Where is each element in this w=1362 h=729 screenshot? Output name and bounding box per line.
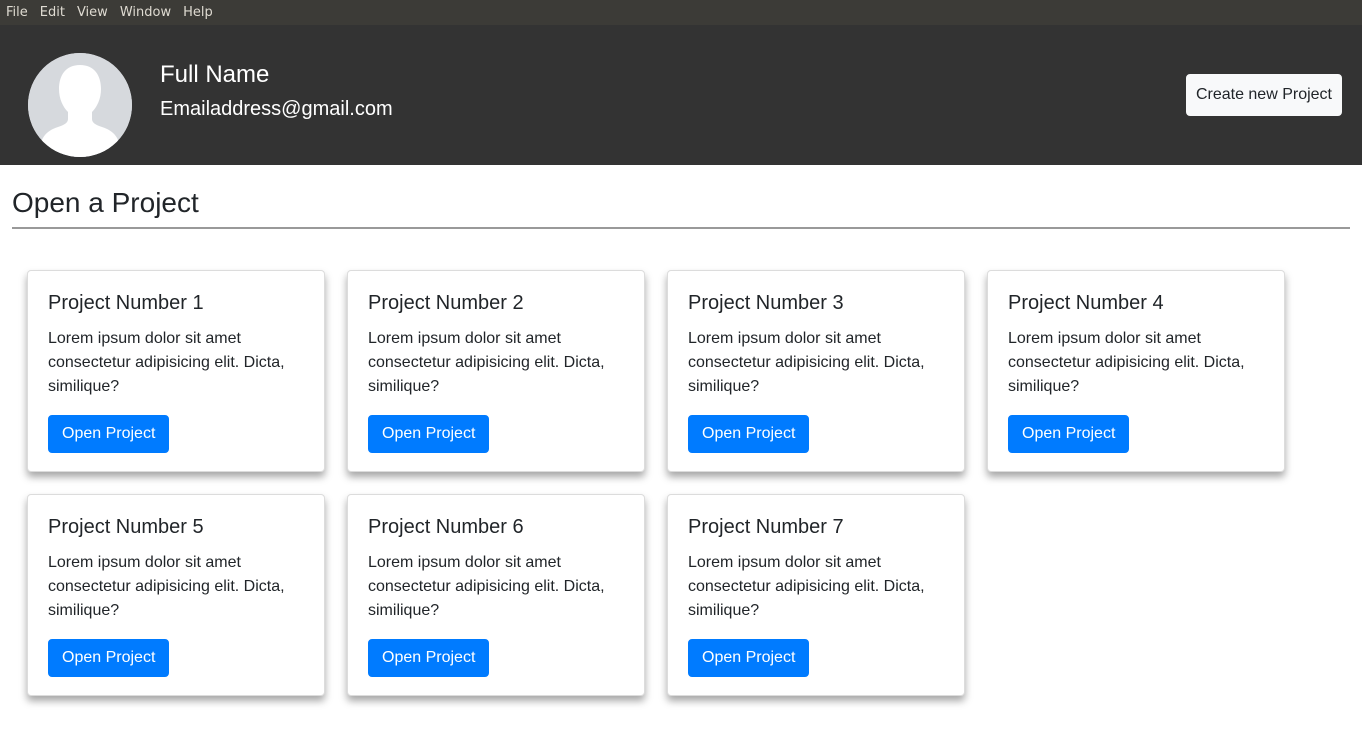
project-description: Lorem ipsum dolor sit amet consectetur a… (688, 554, 925, 619)
project-title: Project Number 3 (688, 292, 844, 314)
profile-header: Full Name Emailaddress@gmail.com Create … (0, 25, 1362, 165)
project-card: Project Number 3 Lorem ipsum dolor sit a… (667, 270, 965, 472)
project-title: Project Number 4 (1008, 292, 1164, 314)
avatar (28, 53, 132, 157)
open-project-button[interactable]: Open Project (368, 415, 490, 453)
user-full-name: Full Name (160, 61, 270, 88)
project-description: Lorem ipsum dolor sit amet consectetur a… (48, 330, 285, 395)
open-project-button[interactable]: Open Project (1008, 415, 1130, 453)
user-silhouette-icon (28, 53, 132, 157)
menu-view[interactable]: View (71, 0, 114, 25)
menu-edit[interactable]: Edit (34, 0, 71, 25)
menu-window[interactable]: Window (114, 0, 177, 25)
menu-help[interactable]: Help (177, 0, 219, 25)
page-title: Open a Project (12, 187, 199, 218)
project-title: Project Number 5 (48, 516, 204, 538)
project-description: Lorem ipsum dolor sit amet consectetur a… (368, 330, 605, 395)
create-new-project-button[interactable]: Create new Project (1185, 74, 1342, 116)
project-title: Project Number 1 (48, 292, 204, 314)
menubar: File Edit View Window Help (0, 0, 1362, 25)
project-title: Project Number 6 (368, 516, 524, 538)
project-description: Lorem ipsum dolor sit amet consectetur a… (48, 554, 285, 619)
open-project-button[interactable]: Open Project (48, 415, 170, 453)
title-divider (12, 227, 1350, 229)
project-description: Lorem ipsum dolor sit amet consectetur a… (1008, 330, 1245, 395)
project-title: Project Number 7 (688, 516, 844, 538)
menu-file[interactable]: File (0, 0, 34, 25)
project-card: Project Number 5 Lorem ipsum dolor sit a… (27, 494, 325, 696)
project-card: Project Number 2 Lorem ipsum dolor sit a… (347, 270, 645, 472)
project-card: Project Number 4 Lorem ipsum dolor sit a… (987, 270, 1285, 472)
project-description: Lorem ipsum dolor sit amet consectetur a… (688, 330, 925, 395)
project-card: Project Number 1 Lorem ipsum dolor sit a… (27, 270, 325, 472)
project-description: Lorem ipsum dolor sit amet consectetur a… (368, 554, 605, 619)
open-project-button[interactable]: Open Project (688, 639, 810, 677)
project-title: Project Number 2 (368, 292, 524, 314)
project-card: Project Number 7 Lorem ipsum dolor sit a… (667, 494, 965, 696)
open-project-button[interactable]: Open Project (48, 639, 170, 677)
project-card: Project Number 6 Lorem ipsum dolor sit a… (347, 494, 645, 696)
user-email: Emailaddress@gmail.com (160, 98, 393, 120)
open-project-button[interactable]: Open Project (688, 415, 810, 453)
open-project-button[interactable]: Open Project (368, 639, 490, 677)
